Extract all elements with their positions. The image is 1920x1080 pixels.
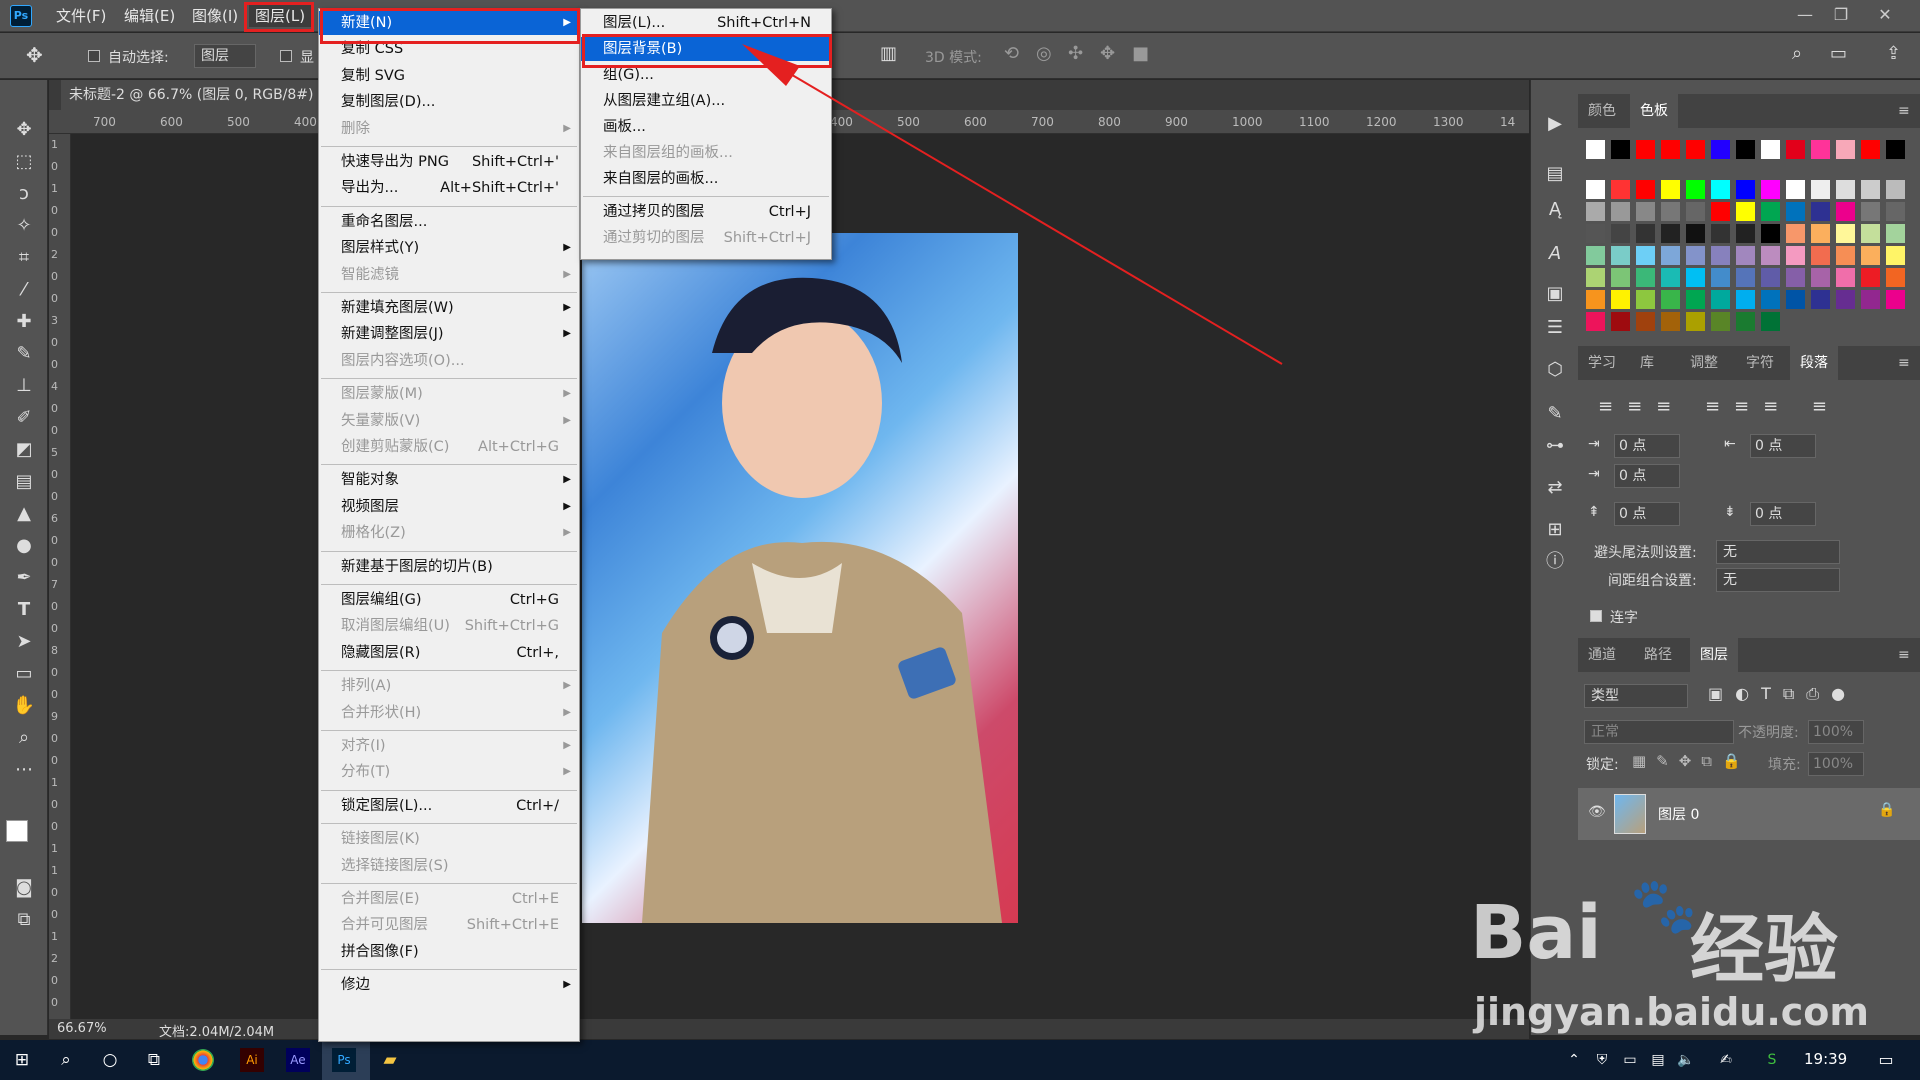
watermark-brand: Bai xyxy=(1470,890,1602,976)
watermark-brand-2: 经验 xyxy=(1690,907,1838,993)
watermark-url: jingyan.baidu.com xyxy=(1474,990,1869,1034)
baidu-watermark: Bai 🐾 经验 jingyan.baidu.com xyxy=(1470,874,1920,1040)
baidu-paw-icon: 🐾 xyxy=(1630,874,1698,937)
